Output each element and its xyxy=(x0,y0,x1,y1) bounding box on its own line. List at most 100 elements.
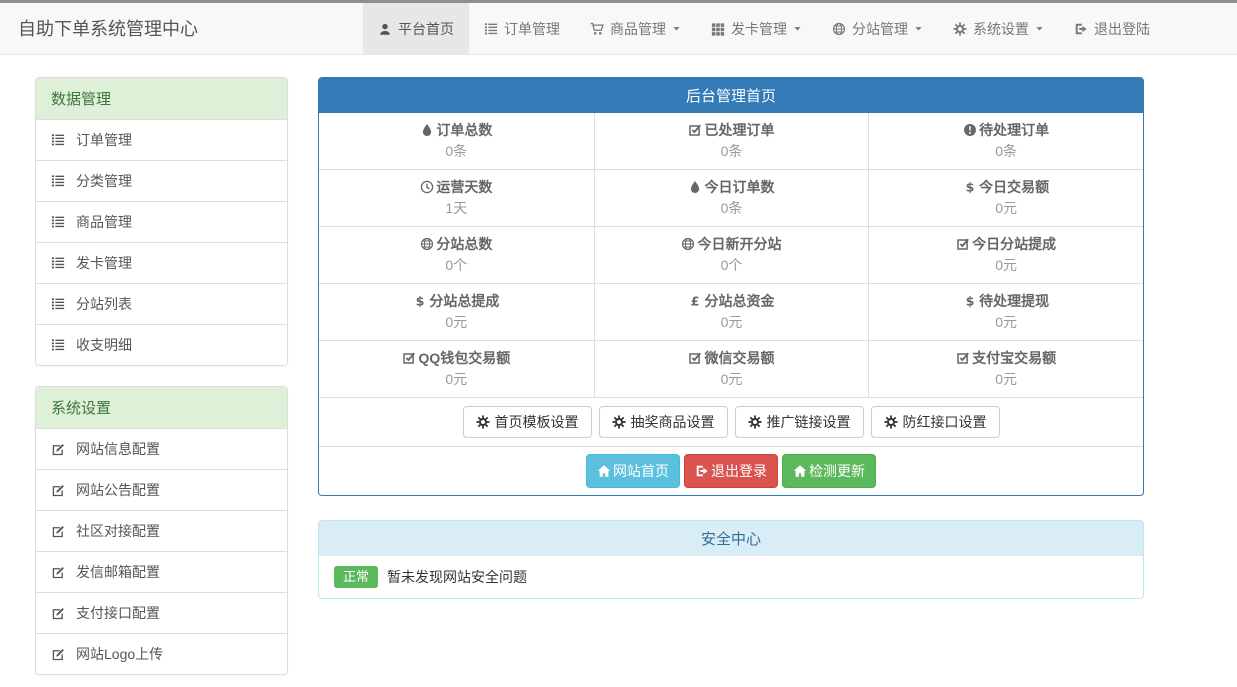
stat-value: 0条 xyxy=(599,141,865,162)
sidebar-item-sender-email-config[interactable]: 发信邮箱配置 xyxy=(36,551,287,592)
list-icon xyxy=(51,256,65,270)
page-body: 数据管理订单管理分类管理商品管理发卡管理分站列表收支明细系统设置网站信息配置网站… xyxy=(0,55,1237,675)
lottery-product-settings-button[interactable]: 抽奖商品设置 xyxy=(599,406,728,438)
stat-label-text: 今日交易额 xyxy=(979,176,1049,198)
stat-label-text: 今日订单数 xyxy=(704,176,774,198)
check-update-button[interactable]: 检测更新 xyxy=(782,454,876,488)
site-home-button[interactable]: 网站首页 xyxy=(586,454,680,488)
stat-label-text: 支付宝交易额 xyxy=(972,347,1056,369)
sidebar-item-product-management[interactable]: 商品管理 xyxy=(36,201,287,242)
nav-item-system-settings[interactable]: 系统设置 xyxy=(938,3,1059,54)
stats-grid: 订单总数0条已处理订单0条待处理订单0条运营天数1天今日订单数0条$今日交易额0… xyxy=(319,113,1143,397)
sidebar-item-label: 分类管理 xyxy=(76,171,132,191)
edit-icon xyxy=(51,524,65,538)
check-square-icon xyxy=(688,351,702,365)
stat-label: 分站总数 xyxy=(323,233,590,255)
list-icon xyxy=(51,174,65,188)
pound-icon: £ xyxy=(688,294,702,308)
sidebar-item-substation-list[interactable]: 分站列表 xyxy=(36,283,287,324)
sidebar-item-card-management[interactable]: 发卡管理 xyxy=(36,242,287,283)
stat-label: 已处理订单 xyxy=(599,119,865,141)
stat-label: $今日交易额 xyxy=(873,176,1139,198)
home-icon xyxy=(597,464,611,478)
sidebar-item-label: 收支明细 xyxy=(76,335,132,355)
stat-value: 0元 xyxy=(599,312,865,333)
stat-label: QQ钱包交易额 xyxy=(323,347,590,369)
edit-icon xyxy=(51,647,65,661)
gear-icon xyxy=(476,415,490,429)
stat-label-text: 待处理提现 xyxy=(979,290,1049,312)
stat-total-substation-funds: £分站总资金0元 xyxy=(594,283,869,340)
stat-qq-wallet-transaction: QQ钱包交易额0元 xyxy=(319,340,594,397)
sidebar-item-site-info-config[interactable]: 网站信息配置 xyxy=(36,428,287,469)
security-panel-body: 正常 暂未发现网站安全问题 xyxy=(319,556,1143,598)
sidebar-item-label: 订单管理 xyxy=(76,130,132,150)
stat-label: 支付宝交易额 xyxy=(873,347,1139,369)
sidebar-item-income-expense-details[interactable]: 收支明细 xyxy=(36,324,287,365)
nav-item-label: 平台首页 xyxy=(398,19,454,39)
nav-item-card-management[interactable]: 发卡管理 xyxy=(696,3,817,54)
droplet-icon xyxy=(420,123,434,137)
sidebar-item-site-logo-upload[interactable]: 网站Logo上传 xyxy=(36,633,287,674)
stat-label-text: 订单总数 xyxy=(436,119,492,141)
stat-alipay-transaction: 支付宝交易额0元 xyxy=(868,340,1143,397)
user-icon xyxy=(378,22,392,36)
nav-item-product-management[interactable]: 商品管理 xyxy=(575,3,696,54)
nav-item-label: 分站管理 xyxy=(852,19,908,39)
sidebar-item-label: 发信邮箱配置 xyxy=(76,562,160,582)
gear-icon xyxy=(748,415,762,429)
button-label: 抽奖商品设置 xyxy=(631,412,715,432)
sidebar-item-order-management[interactable]: 订单管理 xyxy=(36,119,287,160)
main-content: 后台管理首页 订单总数0条已处理订单0条待处理订单0条运营天数1天今日订单数0条… xyxy=(318,77,1144,599)
sidebar-item-payment-api-config[interactable]: 支付接口配置 xyxy=(36,592,287,633)
list-icon xyxy=(51,215,65,229)
nav-item-logout[interactable]: 退出登陆 xyxy=(1059,3,1165,54)
stat-label-text: 待处理订单 xyxy=(979,119,1049,141)
nav-item-label: 退出登陆 xyxy=(1094,19,1150,39)
dollar-icon: $ xyxy=(963,180,977,194)
anti-red-api-settings-button[interactable]: 防红接口设置 xyxy=(871,406,1000,438)
cart-icon xyxy=(590,22,604,36)
nav-item-label: 订单管理 xyxy=(504,19,560,39)
stat-label-text: 运营天数 xyxy=(436,176,492,198)
droplet-icon xyxy=(688,180,702,194)
nav-item-platform-home[interactable]: 平台首页 xyxy=(363,3,469,54)
sidebar-item-site-announcement-config[interactable]: 网站公告配置 xyxy=(36,469,287,510)
nav-item-substation-management[interactable]: 分站管理 xyxy=(817,3,938,54)
stat-label-text: 今日新开分站 xyxy=(697,233,781,255)
sidebar-item-category-management[interactable]: 分类管理 xyxy=(36,160,287,201)
homepage-template-settings-button[interactable]: 首页模板设置 xyxy=(463,406,592,438)
stat-label: 今日分站提成 xyxy=(873,233,1139,255)
caret-down-icon xyxy=(914,24,923,33)
dollar-icon: $ xyxy=(963,294,977,308)
list-icon xyxy=(51,133,65,147)
security-panel-title: 安全中心 xyxy=(319,521,1143,556)
sidebar-item-community-connect-config[interactable]: 社区对接配置 xyxy=(36,510,287,551)
stat-label: $分站总提成 xyxy=(323,290,590,312)
logout-button[interactable]: 退出登录 xyxy=(684,454,778,488)
gear-icon xyxy=(612,415,626,429)
stat-today-orders: 今日订单数0条 xyxy=(594,169,869,226)
stat-label: 今日订单数 xyxy=(599,176,865,198)
button-label: 网站首页 xyxy=(613,461,669,481)
stat-pending-orders: 待处理订单0条 xyxy=(868,113,1143,169)
stat-label-text: 已处理订单 xyxy=(704,119,774,141)
stat-total-orders: 订单总数0条 xyxy=(319,113,594,169)
caret-down-icon xyxy=(672,24,681,33)
list-icon xyxy=(484,22,498,36)
stat-wechat-transaction: 微信交易额0元 xyxy=(594,340,869,397)
main-nav: 平台首页 订单管理商品管理 发卡管理 分站管理 系统设置 退出登陆 xyxy=(363,3,1165,54)
list-icon xyxy=(51,338,65,352)
stat-value: 0个 xyxy=(323,255,590,276)
stat-label: £分站总资金 xyxy=(599,290,865,312)
nav-item-label: 发卡管理 xyxy=(731,19,787,39)
svg-text:$: $ xyxy=(416,294,425,308)
stat-value: 0元 xyxy=(873,255,1139,276)
button-label: 防红接口设置 xyxy=(903,412,987,432)
nav-item-order-management[interactable]: 订单管理 xyxy=(469,3,575,54)
edit-icon xyxy=(51,565,65,579)
sidebar-section-data-management: 数据管理订单管理分类管理商品管理发卡管理分站列表收支明细 xyxy=(35,77,288,366)
promotion-link-settings-button[interactable]: 推广链接设置 xyxy=(735,406,864,438)
clock-icon xyxy=(420,180,434,194)
button-label: 推广链接设置 xyxy=(767,412,851,432)
